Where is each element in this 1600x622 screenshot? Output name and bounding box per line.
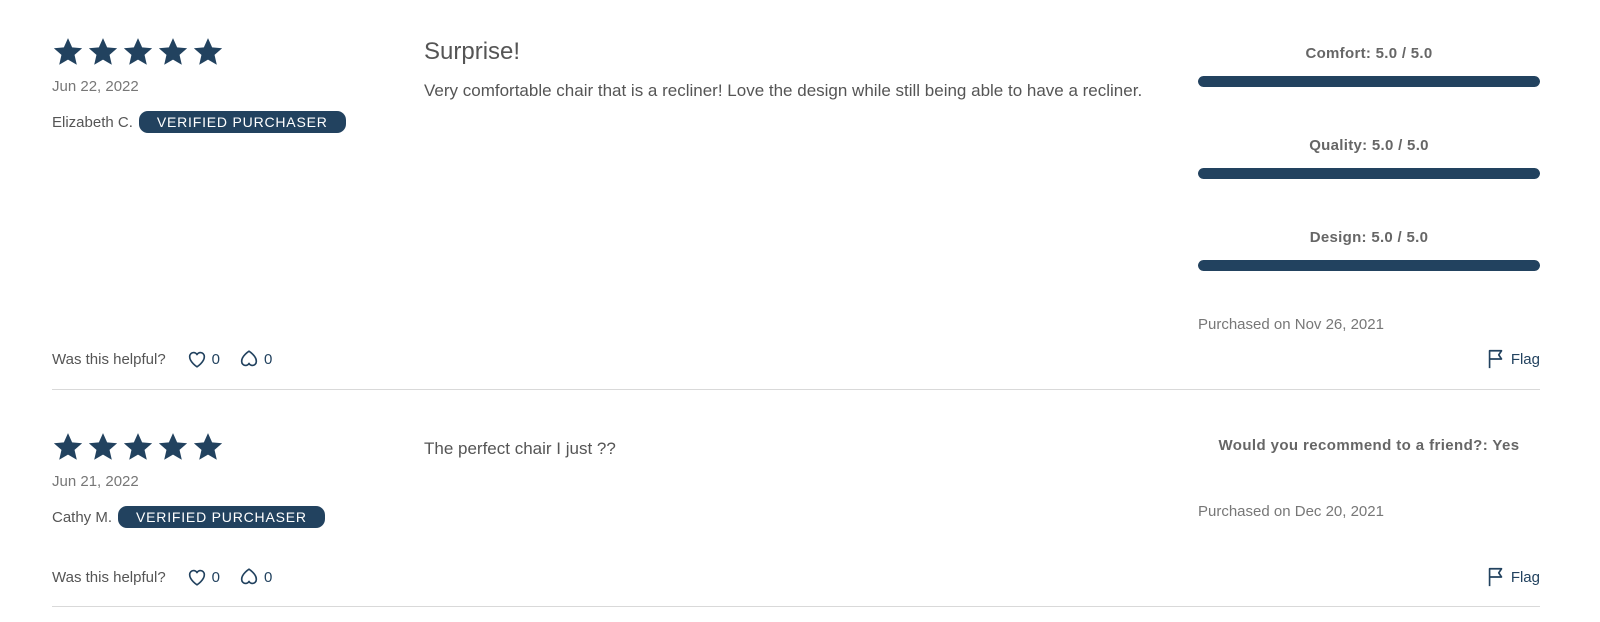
star-icon: [192, 36, 227, 68]
review-date: Jun 22, 2022: [52, 78, 139, 95]
flag-label: Flag: [1510, 350, 1540, 368]
flag-icon: [1485, 348, 1507, 370]
author-line: Cathy M. VERIFIED PURCHASER: [52, 506, 325, 528]
helpful-yes-count: 0: [211, 568, 221, 586]
helpful-no-count: 0: [264, 568, 273, 586]
star-icon: [192, 431, 227, 463]
star-icon: [157, 36, 192, 68]
flag-icon: [1485, 566, 1507, 588]
rating-bar-fill: [1198, 76, 1540, 87]
star-rating: [52, 431, 227, 463]
rating-label: Comfort: 5.0 / 5.0: [1305, 45, 1433, 62]
star-icon: [87, 36, 122, 68]
review-title: Surprise!: [424, 38, 521, 65]
star-icon: [122, 36, 157, 68]
helpful-no-button[interactable]: 0: [238, 566, 272, 588]
purchase-date: Purchased on Nov 26, 2021: [1198, 316, 1384, 333]
star-icon: [122, 431, 157, 463]
helpful-label: Was this helpful?: [52, 568, 166, 586]
star-icon: [52, 36, 87, 68]
author-line: Elizabeth C. VERIFIED PURCHASER: [52, 111, 346, 133]
rating-bar: [1198, 168, 1540, 179]
review-body: Very comfortable chair that is a recline…: [424, 81, 1143, 100]
rating-bar-fill: [1198, 260, 1540, 271]
review-body: The perfect chair I just ??: [424, 439, 616, 458]
star-icon: [52, 431, 87, 463]
helpful-row: Was this helpful? 0 0: [52, 348, 290, 370]
helpful-label: Was this helpful?: [52, 350, 166, 368]
rating-label: Design: 5.0 / 5.0: [1309, 229, 1429, 246]
heart-down-icon: [238, 348, 260, 370]
helpful-no-button[interactable]: 0: [238, 348, 272, 370]
verified-badge: VERIFIED PURCHASER: [138, 111, 346, 133]
rating-bar-fill: [1198, 168, 1540, 179]
review-card: Jun 21, 2022 Cathy M. VERIFIED PURCHASER…: [52, 390, 1540, 607]
helpful-yes-button[interactable]: 0: [186, 566, 220, 588]
sub-ratings: Comfort: 5.0 / 5.0 Quality: 5.0 / 5.0 De…: [1198, 44, 1540, 320]
heart-icon: [186, 566, 208, 588]
heart-down-icon: [238, 566, 260, 588]
helpful-yes-count: 0: [211, 350, 221, 368]
helpful-row: Was this helpful? 0 0: [52, 566, 290, 588]
helpful-no-count: 0: [264, 350, 273, 368]
star-icon: [87, 431, 122, 463]
review-card: Jun 22, 2022 Elizabeth C. VERIFIED PURCH…: [52, 0, 1540, 390]
purchase-date: Purchased on Dec 20, 2021: [1198, 503, 1384, 520]
rating-bar: [1198, 76, 1540, 87]
helpful-yes-button[interactable]: 0: [186, 348, 220, 370]
flag-button[interactable]: Flag: [1485, 566, 1540, 588]
rating-design: Design: 5.0 / 5.0: [1198, 228, 1540, 320]
rating-label: Quality: 5.0 / 5.0: [1309, 137, 1429, 154]
star-rating: [52, 36, 227, 68]
flag-label: Flag: [1510, 568, 1540, 586]
flag-button[interactable]: Flag: [1485, 348, 1540, 370]
rating-bar: [1198, 260, 1540, 271]
recommend-answer: Would you recommend to a friend?: Yes: [1218, 437, 1520, 454]
heart-icon: [186, 348, 208, 370]
star-icon: [157, 431, 192, 463]
rating-quality: Quality: 5.0 / 5.0: [1198, 136, 1540, 228]
author-name: Cathy M.: [52, 508, 113, 526]
verified-badge: VERIFIED PURCHASER: [118, 506, 325, 528]
review-date: Jun 21, 2022: [52, 473, 139, 490]
author-name: Elizabeth C.: [52, 113, 133, 131]
rating-comfort: Comfort: 5.0 / 5.0: [1198, 44, 1540, 136]
